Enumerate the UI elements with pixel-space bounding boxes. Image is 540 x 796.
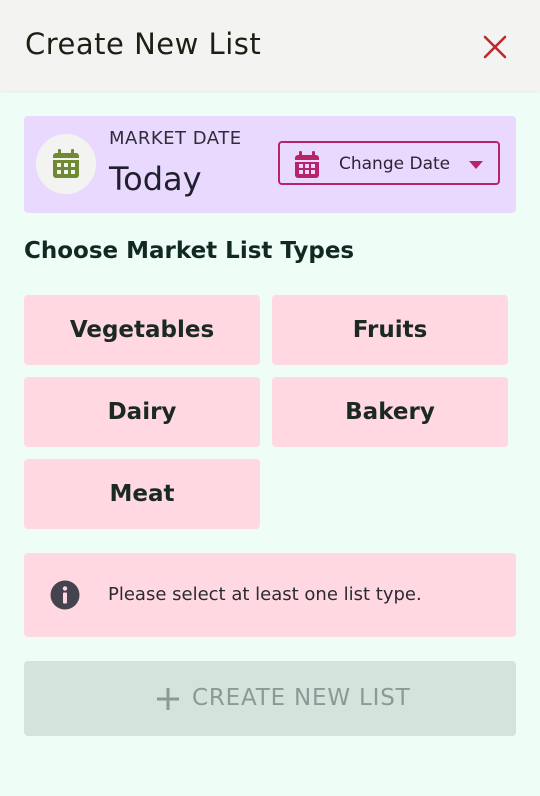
dialog-title: Create New List bbox=[25, 27, 262, 61]
list-type-meat[interactable]: Meat bbox=[24, 459, 260, 529]
caret-down-icon bbox=[469, 161, 483, 169]
change-date-button[interactable]: Change Date bbox=[278, 141, 500, 185]
calendar-icon bbox=[53, 149, 79, 178]
list-type-bakery[interactable]: Bakery bbox=[272, 377, 508, 447]
list-type-fruits[interactable]: Fruits bbox=[272, 295, 508, 365]
market-date-label: MARKET DATE bbox=[109, 128, 242, 149]
list-type-vegetables[interactable]: Vegetables bbox=[24, 295, 260, 365]
close-icon bbox=[483, 35, 507, 59]
notice-text: Please select at least one list type. bbox=[108, 584, 422, 605]
calendar-icon bbox=[295, 151, 319, 178]
change-date-label: Change Date bbox=[339, 154, 451, 174]
market-date-value: Today bbox=[109, 160, 202, 198]
info-icon bbox=[50, 580, 80, 610]
list-type-dairy[interactable]: Dairy bbox=[24, 377, 260, 447]
close-button[interactable] bbox=[478, 30, 512, 64]
section-title: Choose Market List Types bbox=[24, 238, 355, 264]
create-new-list-label: CREATE NEW LIST bbox=[192, 685, 411, 711]
calendar-avatar bbox=[36, 134, 96, 194]
validation-notice: Please select at least one list type. bbox=[24, 553, 516, 637]
plus-icon bbox=[157, 688, 179, 710]
dialog-header: Create New List bbox=[0, 0, 540, 91]
market-date-card: MARKET DATE Today Change Date bbox=[24, 116, 516, 213]
create-new-list-button[interactable]: CREATE NEW LIST bbox=[24, 661, 516, 736]
